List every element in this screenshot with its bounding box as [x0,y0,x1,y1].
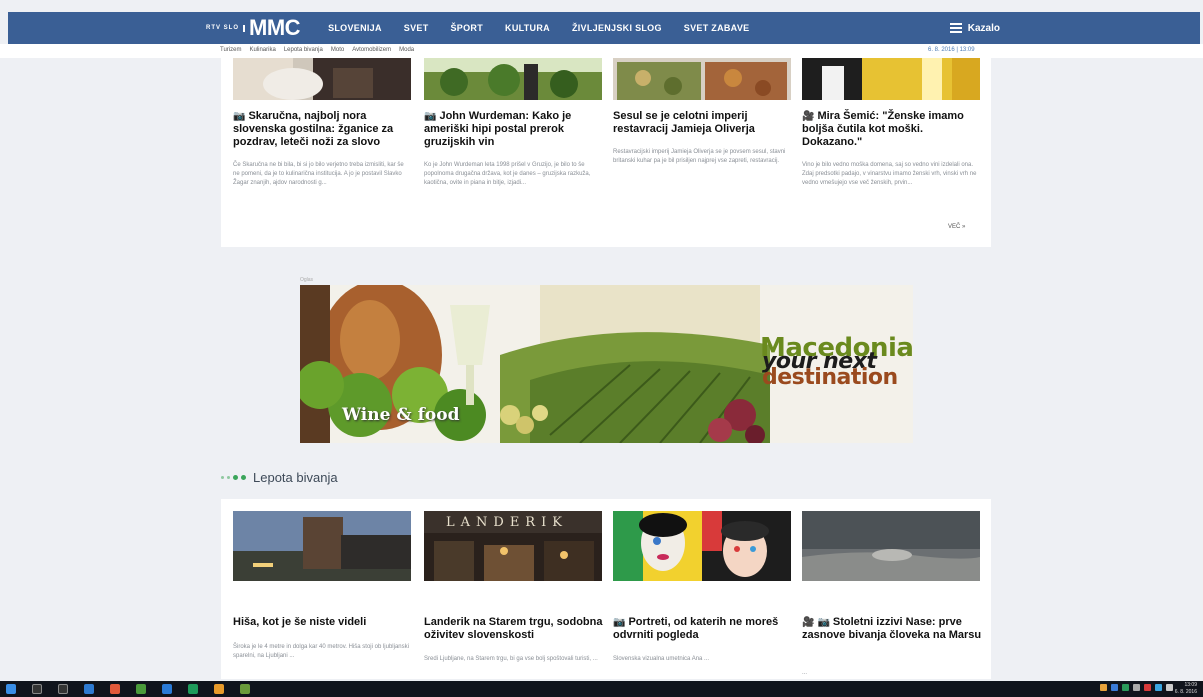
search-icon[interactable] [32,684,42,694]
vlc-icon[interactable] [214,684,224,694]
windows-taskbar: 13:09 6. 8. 2016 [0,681,1203,697]
landerik-sign: LANDERIK [446,515,568,530]
article-panel-bottom: Hiša, kot je še niste videli Široka je l… [221,499,991,679]
camera-icon: 📷 [233,111,246,122]
article-title[interactable]: 🎥 Mira Šemić: "Ženske imamo boljša čutila… [802,110,984,149]
site-logo[interactable]: RTV SLO MMC [206,15,301,41]
network-icon[interactable] [1133,684,1140,691]
task-view-icon[interactable] [58,684,68,694]
app-icon[interactable] [84,684,94,694]
article-title[interactable]: 📷 Skaručna, najbolj nora slovenska gostil… [233,110,415,149]
camera-icon: 📷 [817,617,830,628]
camera-icon: 📷 [424,111,437,122]
taskbar-clock[interactable]: 13:09 6. 8. 2016 [1175,682,1197,696]
article-panel-top: 📷 Skaručna, najbolj nora slovenska gostil… [221,58,991,247]
article-thumbnail[interactable] [613,511,791,581]
article-description: ... [802,670,808,676]
app-icon[interactable] [240,684,250,694]
camera-icon: 📷 [613,617,626,628]
article-title[interactable]: Hiša, kot je še niste videli [233,616,415,629]
tray-icon[interactable] [1122,684,1129,691]
article-description: Vino je bilo vedno moška domena, saj so … [802,162,977,186]
nav-item-kultura[interactable]: KULTURA [505,23,550,33]
advertisement-banner[interactable]: Wine & food Macedonia your next destinat… [300,285,913,443]
browser-icon[interactable] [110,684,120,694]
section-title: Lepota bivanja [253,470,338,485]
article-description: Restavracijski imperij Jamieja Oliverja … [613,149,786,164]
clock-time: 13:09 [1184,682,1197,688]
ad-label: Oglas [300,277,314,283]
nav-item-svet-zabave[interactable]: SVET ZABAVE [684,23,750,33]
sublink-avtomobilizem[interactable]: Avtomobilizem [352,47,391,53]
logo-mmc: MMC [249,15,301,40]
sublink-turizem[interactable]: Turizem [220,47,241,53]
nav-item-sport[interactable]: ŠPORT [451,23,484,33]
article-thumbnail[interactable] [802,58,980,100]
dot-icon [221,476,224,479]
article-description: Ko je John Wurdeman leta 1998 prišel v G… [424,162,591,186]
nav-item-slovenija[interactable]: SLOVENIJA [328,23,382,33]
dot-icon [241,475,246,480]
ad-wine-text: Wine & food [342,405,460,425]
ad-headline-3: destination [762,365,898,390]
article-description: Sredi Ljubljane, na Starem trgu, bi ga v… [424,656,598,662]
menu-label: Kazalo [967,22,1000,34]
date-time: 6. 8. 2016 | 13:09 [928,47,975,53]
article-title[interactable]: 📷 John Wurdeman: Kako je ameriški hipi po… [424,110,606,149]
article-title[interactable]: 🎥 📷 Stoletni izzivi Nase: prve zasnove biv… [802,616,984,642]
video-icon: 🎥 [802,111,815,122]
article-thumbnail[interactable] [424,58,602,100]
article-description: Če Skaručna ne bi bila, bi si jo bilo ve… [233,162,404,186]
article-title[interactable]: Landerik na Starem trgu, sodobna oživite… [424,616,606,642]
nav-item-zivljenjski-slog[interactable]: ŽIVLJENJSKI SLOG [572,23,662,33]
hamburger-icon [949,21,962,35]
article-thumbnail[interactable]: LANDERIK [424,511,602,581]
sublink-moto[interactable]: Moto [331,47,344,53]
sublink-moda[interactable]: Moda [399,47,414,53]
clock-date: 6. 8. 2016 [1174,689,1197,695]
tray-icon[interactable] [1100,684,1107,691]
tray-icon[interactable] [1111,684,1118,691]
article-description: Slovenska vizualna umetnica Ana ... [613,656,710,662]
dot-icon [227,476,230,479]
dot-icon [233,475,238,480]
article-title[interactable]: 📷 Portreti, od katerih ne moreš odvrniti … [613,616,795,642]
video-icon: 🎥 [802,617,815,628]
windows-start-icon[interactable] [6,684,16,694]
system-tray [1100,684,1173,691]
volume-icon[interactable] [1166,684,1173,691]
sublink-kulinarika[interactable]: Kulinarika [249,47,275,53]
app-icon[interactable] [136,684,146,694]
article-thumbnail[interactable] [233,58,411,100]
main-nav: SLOVENIJA SVET ŠPORT KULTURA ŽIVLJENJSKI… [328,23,749,33]
article-title[interactable]: Sesul se je celotni imperij restavracij … [613,110,795,136]
logo-rtv-slo: RTV SLO [206,24,246,32]
article-thumbnail[interactable] [613,58,791,100]
menu-button[interactable]: Kazalo [949,21,1000,35]
tray-icon[interactable] [1155,684,1162,691]
sublink-lepota-bivanja[interactable]: Lepota bivanja [284,47,323,53]
nav-item-svet[interactable]: SVET [404,23,429,33]
app-icon[interactable] [188,684,198,694]
edge-icon[interactable] [162,684,172,694]
top-navigation-bar: RTV SLO MMC SLOVENIJA SVET ŠPORT KULTURA… [8,12,1200,44]
article-thumbnail[interactable] [802,511,980,581]
more-link[interactable]: VEČ » [948,224,965,230]
sub-navigation-bar: Turizem Kulinarika Lepota bivanja Moto A… [0,44,1203,58]
article-description: Široka je le 4 metre in dolga kar 40 met… [233,644,409,659]
section-heading[interactable]: Lepota bivanja [221,470,338,485]
tray-icon[interactable] [1144,684,1151,691]
article-thumbnail[interactable] [233,511,411,581]
